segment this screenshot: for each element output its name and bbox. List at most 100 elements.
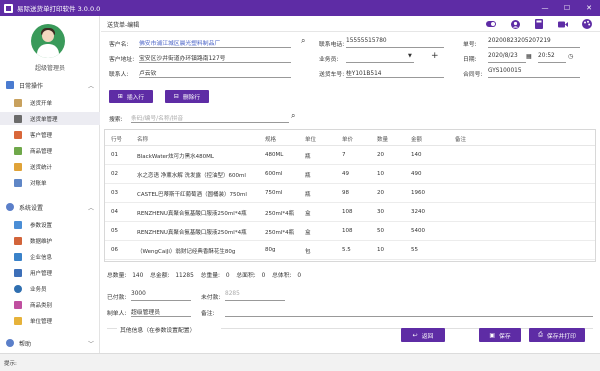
delete-row-button[interactable]: ⊟ 删除行 bbox=[165, 90, 209, 103]
contact-field[interactable]: 卢云钦 bbox=[139, 68, 291, 78]
table-cell[interactable]: 80g bbox=[265, 247, 276, 253]
table-cell[interactable]: 盒 bbox=[305, 209, 311, 217]
table-cell[interactable]: 包 bbox=[305, 247, 311, 255]
sidebar-item-categories[interactable]: 商品类别 bbox=[0, 298, 100, 311]
table-cell[interactable]: 06 bbox=[111, 247, 118, 253]
table-cell[interactable]: 30 bbox=[377, 209, 384, 215]
table-cell[interactable]: 05 bbox=[111, 228, 118, 234]
table-cell[interactable]: 盒 bbox=[305, 228, 311, 236]
table-cell[interactable]: 490 bbox=[411, 171, 422, 177]
table-row[interactable]: 06 （WengCaiJi）翁财记经典香酥花生80g 80g 包 5.5 10 55 bbox=[105, 241, 595, 260]
contract-field[interactable]: GYS100015 bbox=[488, 68, 580, 78]
customer-name-field[interactable]: 佛安市浦江城区晨光塑料制品厂 bbox=[139, 38, 291, 48]
table-cell[interactable]: 49 bbox=[342, 171, 349, 177]
table-cell[interactable]: 10 bbox=[377, 247, 384, 253]
add-icon[interactable]: + bbox=[431, 51, 439, 61]
table-cell[interactable]: 水之恋语 净薰水解 洗发露（控油型）600ml bbox=[137, 171, 246, 179]
creator-field[interactable]: 超级管理员 bbox=[131, 307, 191, 317]
sidebar-item-stats[interactable]: 送货统计 bbox=[0, 160, 100, 173]
table-row[interactable]: 01 BlackWater炫可力黑水480ML 480ML 瓶 7 20 140 bbox=[105, 146, 595, 165]
salesman-select[interactable] bbox=[346, 53, 414, 63]
minimize-button[interactable]: — bbox=[534, 0, 556, 16]
status-bar: 提示: bbox=[0, 353, 600, 371]
back-button[interactable]: ↩ 返回 bbox=[401, 328, 445, 342]
video-icon[interactable] bbox=[558, 19, 568, 29]
table-row[interactable]: 02 水之恋语 净薰水解 洗发露（控油型）600ml 600ml 瓶 49 10 490 bbox=[105, 165, 595, 184]
sidebar-item-params[interactable]: 参数设置 bbox=[0, 218, 100, 231]
search-icon[interactable]: ⌕ bbox=[291, 111, 295, 121]
sidebar-item-delivery-new[interactable]: 送货开单 bbox=[0, 96, 100, 109]
table-cell[interactable]: 480ML bbox=[265, 152, 283, 158]
palette-icon[interactable] bbox=[582, 19, 592, 29]
remark-field[interactable] bbox=[225, 307, 593, 317]
avatar[interactable] bbox=[31, 24, 65, 58]
table-cell[interactable]: RENZHENU真聚合氨基酸口服液250ml*4瓶 bbox=[137, 209, 247, 217]
sidebar-group-daily[interactable]: 日常操作 ︿ bbox=[0, 78, 100, 92]
table-cell[interactable]: （WengCaiJi）翁财记经典香酥花生80g bbox=[137, 247, 235, 255]
table-cell[interactable]: 01 bbox=[111, 152, 118, 158]
sidebar-item-company[interactable]: 企业信息 bbox=[0, 250, 100, 263]
table-cell[interactable]: 04 bbox=[111, 209, 118, 215]
table-cell[interactable]: 瓶 bbox=[305, 171, 311, 179]
contact-phone-field[interactable]: 15555515780 bbox=[346, 38, 444, 48]
sidebar-item-data[interactable]: 数据维护 bbox=[0, 234, 100, 247]
table-cell[interactable]: 20 bbox=[377, 190, 384, 196]
calculator-icon[interactable] bbox=[534, 19, 544, 29]
time-field[interactable]: 20:52 bbox=[538, 53, 566, 63]
table-cell[interactable]: 98 bbox=[342, 190, 349, 196]
close-button[interactable]: ✕ bbox=[578, 0, 600, 16]
table-cell[interactable]: 1960 bbox=[411, 190, 425, 196]
table-cell[interactable]: 750ml bbox=[265, 190, 282, 196]
table-cell[interactable]: 600ml bbox=[265, 171, 282, 177]
calendar-icon[interactable]: ▦ bbox=[526, 53, 532, 60]
search-icon[interactable]: ⌕ bbox=[301, 36, 305, 46]
sidebar-item-customers[interactable]: 客户管理 bbox=[0, 128, 100, 141]
chevron-down-icon[interactable]: ▼ bbox=[408, 53, 412, 59]
table-cell[interactable]: CASTEL巴蒂斯干红葡萄酒（圆桶装）750ml bbox=[137, 190, 247, 198]
table-cell[interactable]: 瓶 bbox=[305, 152, 311, 160]
table-cell[interactable]: 5.5 bbox=[342, 247, 351, 253]
sidebar-item-salesman[interactable]: 业务员 bbox=[0, 282, 100, 295]
table-cell[interactable]: 108 bbox=[342, 209, 353, 215]
date-field[interactable]: 2020/8/23 bbox=[488, 53, 526, 63]
table-cell[interactable]: 250ml*4瓶 bbox=[265, 209, 294, 217]
table-cell[interactable]: 108 bbox=[342, 228, 353, 234]
table-cell[interactable]: 20 bbox=[377, 152, 384, 158]
save-print-label: 保存并打印 bbox=[546, 333, 576, 340]
search-input[interactable]: 条码/编号/名称/拼音 bbox=[131, 113, 289, 123]
order-no-field[interactable]: 20200823205207219 bbox=[488, 38, 580, 48]
table-cell[interactable]: 瓶 bbox=[305, 190, 311, 198]
table-cell[interactable]: 7 bbox=[342, 152, 346, 158]
table-cell[interactable]: BlackWater炫可力黑水480ML bbox=[137, 152, 214, 160]
sidebar-item-units[interactable]: 单位管理 bbox=[0, 314, 100, 327]
sidebar-item-users[interactable]: 用户管理 bbox=[0, 266, 100, 279]
sidebar-item-statement[interactable]: 对账单 bbox=[0, 176, 100, 189]
table-row[interactable]: 03 CASTEL巴蒂斯干红葡萄酒（圆桶装）750ml 750ml 瓶 98 20 1960 bbox=[105, 184, 595, 203]
sidebar-group-help[interactable]: 帮助 ﹀ bbox=[0, 336, 100, 350]
address-field[interactable]: 宝安区沙井街道办环镇路南127号 bbox=[139, 53, 291, 63]
table-row[interactable]: 05 RENZHENU真聚合氨基酸口服液250ml*4瓶 250ml*4瓶 盒 108 5… bbox=[105, 222, 595, 241]
table-cell[interactable]: 02 bbox=[111, 171, 118, 177]
table-cell[interactable]: 10 bbox=[377, 171, 384, 177]
table-cell[interactable]: 03 bbox=[111, 190, 118, 196]
maximize-button[interactable]: ☐ bbox=[556, 0, 578, 16]
paid-field[interactable]: 3000 bbox=[131, 291, 191, 301]
table-cell[interactable]: 250ml*4瓶 bbox=[265, 228, 294, 236]
table-cell[interactable]: 3240 bbox=[411, 209, 425, 215]
table-cell[interactable]: 5400 bbox=[411, 228, 425, 234]
sidebar-group-settings[interactable]: 系统设置 ︿ bbox=[0, 200, 100, 214]
insert-row-button[interactable]: ⊞ 插入行 bbox=[109, 90, 153, 103]
table-cell[interactable]: RENZHENU真聚合氨基酸口服液250ml*4瓶 bbox=[137, 228, 247, 236]
save-print-button[interactable]: ⎙ 保存并打印 bbox=[529, 328, 585, 342]
sidebar-item-products[interactable]: 商品管理 bbox=[0, 144, 100, 157]
toggle-icon[interactable] bbox=[486, 19, 496, 29]
sidebar-item-delivery-manage[interactable]: 送货单管理 bbox=[0, 112, 100, 125]
user-circle-icon[interactable] bbox=[510, 19, 520, 29]
carrier-field[interactable]: 桂Y101B514 bbox=[346, 68, 444, 78]
save-button[interactable]: ▣ 保存 bbox=[479, 328, 521, 342]
table-cell[interactable]: 55 bbox=[411, 247, 418, 253]
clock-icon[interactable]: ◷ bbox=[568, 53, 573, 60]
table-row[interactable]: 04 RENZHENU真聚合氨基酸口服液250ml*4瓶 250ml*4瓶 盒 108 3… bbox=[105, 203, 595, 222]
table-cell[interactable]: 50 bbox=[377, 228, 384, 234]
table-cell[interactable]: 140 bbox=[411, 152, 422, 158]
